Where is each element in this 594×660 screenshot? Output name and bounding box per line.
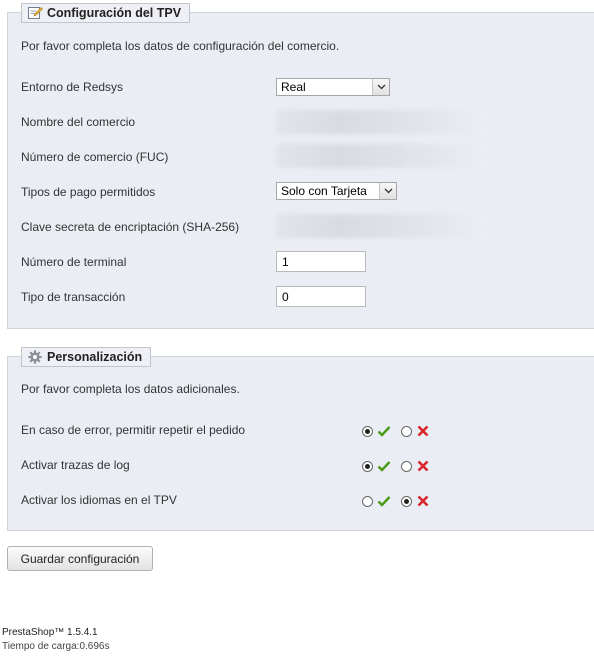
footer-version: PrestaShop™ 1.5.4.1 bbox=[2, 627, 98, 638]
log-traces-no-radio[interactable] bbox=[401, 460, 412, 472]
customization-legend: Personalización bbox=[21, 347, 152, 367]
terminal-number-label: Número de terminal bbox=[21, 255, 127, 269]
merchant-name-label: Nombre del comercio bbox=[21, 115, 136, 129]
retry-order-no-radio[interactable] bbox=[401, 425, 412, 437]
retry-order-label: En caso de error, permitir repetir el pe… bbox=[21, 423, 246, 437]
tpv-config-intro: Por favor completa los datos de configur… bbox=[21, 39, 340, 53]
customization-title: Personalización bbox=[47, 350, 143, 364]
log-traces-radio-group bbox=[362, 459, 430, 473]
tpv-config-title: Configuración del TPV bbox=[47, 6, 182, 20]
check-icon bbox=[377, 459, 391, 473]
payment-types-label: Tipos de pago permitidos bbox=[21, 185, 156, 199]
customization-fieldset: Personalización Por favor completa los d… bbox=[7, 347, 594, 531]
cross-icon bbox=[416, 424, 430, 438]
payment-types-value: Solo con Tarjeta bbox=[281, 184, 367, 198]
customization-intro: Por favor completa los datos adicionales… bbox=[21, 382, 240, 396]
merchant-name-field-redacted[interactable] bbox=[276, 110, 491, 134]
secret-key-field-redacted[interactable] bbox=[276, 214, 491, 238]
tpv-config-fieldset: Configuración del TPV Por favor completa… bbox=[7, 3, 594, 329]
retry-order-radio-group bbox=[362, 424, 430, 438]
merchant-number-field-redacted[interactable] bbox=[276, 144, 491, 168]
chevron-down-icon bbox=[379, 183, 396, 199]
terminal-number-input[interactable]: 1 bbox=[276, 251, 366, 272]
tpv-languages-yes-radio[interactable] bbox=[362, 495, 373, 507]
transaction-type-label: Tipo de transacción bbox=[21, 290, 126, 304]
chevron-down-icon bbox=[372, 79, 389, 95]
edit-icon bbox=[28, 6, 43, 20]
check-icon bbox=[377, 494, 391, 508]
tpv-languages-no-radio[interactable] bbox=[401, 495, 412, 507]
tpv-languages-radio-group bbox=[362, 494, 430, 508]
environment-value: Real bbox=[281, 80, 306, 94]
save-configuration-button[interactable]: Guardar configuración bbox=[7, 546, 153, 571]
cross-icon bbox=[416, 459, 430, 473]
footer-load-time: Tiempo de carga:0.696s bbox=[2, 641, 110, 652]
retry-order-yes-radio[interactable] bbox=[362, 425, 373, 437]
payment-types-select[interactable]: Solo con Tarjeta bbox=[276, 182, 397, 200]
cross-icon bbox=[416, 494, 430, 508]
transaction-type-input[interactable]: 0 bbox=[276, 286, 366, 307]
tpv-languages-label: Activar los idiomas en el TPV bbox=[21, 493, 177, 507]
secret-key-label: Clave secreta de encriptación (SHA-256) bbox=[21, 220, 240, 234]
environment-select[interactable]: Real bbox=[276, 78, 390, 96]
environment-label: Entorno de Redsys bbox=[21, 80, 124, 94]
log-traces-label: Activar trazas de log bbox=[21, 458, 130, 472]
check-icon bbox=[377, 424, 391, 438]
tpv-config-legend: Configuración del TPV bbox=[21, 3, 191, 23]
gear-icon bbox=[28, 350, 43, 364]
merchant-number-label: Número de comercio (FUC) bbox=[21, 150, 169, 164]
log-traces-yes-radio[interactable] bbox=[362, 460, 373, 472]
